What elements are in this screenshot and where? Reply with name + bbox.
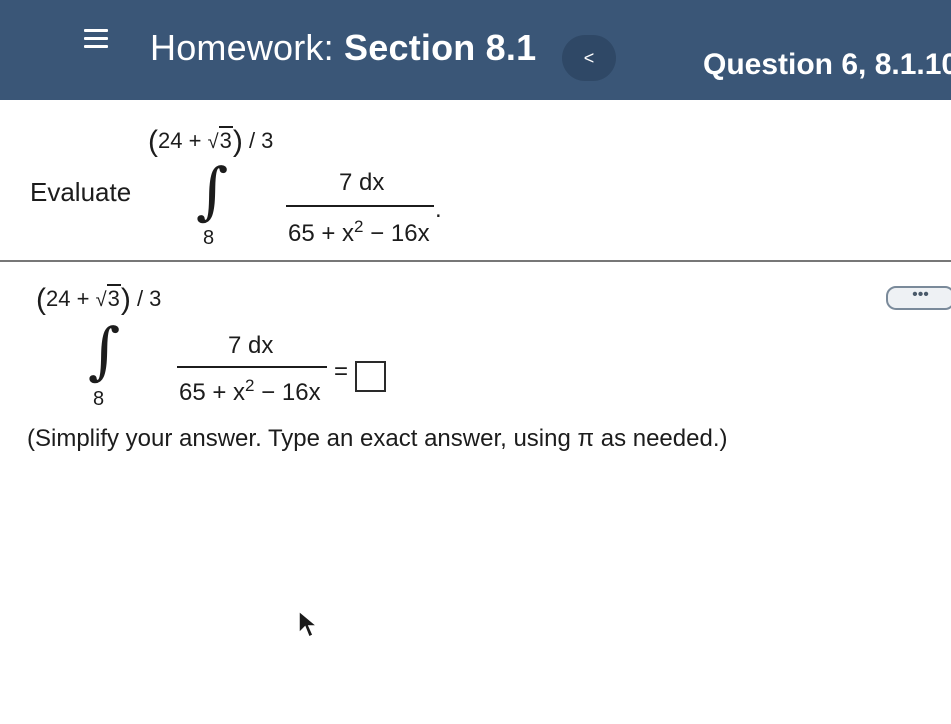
answer-input-box[interactable] — [355, 361, 386, 392]
page: Homework: Section 8.1 < Question 6, 8.1.… — [0, 0, 951, 724]
integrand-denominator: 65 + x2 − 16x — [288, 217, 430, 247]
evaluate-label: Evaluate — [30, 177, 132, 207]
hamburger-menu-icon[interactable] — [84, 29, 108, 49]
answer-integrand-denominator: 65 + x2 − 16x — [179, 376, 321, 406]
answer-lower-limit: 8 — [93, 388, 105, 410]
integrand-numerator: 7 dx — [339, 169, 385, 196]
answer-integral-sign-icon: ∫ — [88, 314, 121, 387]
lower-limit: 8 — [203, 227, 215, 249]
header-bar: Homework: Section 8.1 < Question 6, 8.1.… — [0, 0, 951, 100]
homework-section-name: Section 8.1 — [344, 27, 537, 68]
chevron-left-icon: < — [583, 48, 595, 68]
equals-sign: = — [334, 358, 349, 385]
square-root-icon: √ — [95, 289, 107, 311]
answer-fraction-bar — [177, 366, 327, 368]
answer-integrand-numerator: 7 dx — [228, 332, 274, 359]
homework-title-prefix: Homework: — [150, 27, 334, 68]
previous-question-button[interactable]: < — [562, 35, 616, 81]
square-root-icon: √ — [207, 131, 219, 153]
homework-title: Homework: Section 8.1 — [150, 27, 536, 69]
section-divider — [0, 260, 951, 262]
answer-upper-limit: (24 + √3) / 3 — [36, 283, 162, 316]
sentence-period: . — [435, 196, 442, 223]
mouse-pointer-icon — [298, 609, 319, 639]
answer-instructions: (Simplify your answer. Type an exact ans… — [27, 425, 728, 452]
fraction-bar — [286, 205, 434, 207]
integral-sign-icon: ∫ — [196, 154, 229, 227]
question-number-label: Question 6, 8.1.10 — [703, 48, 951, 81]
more-options-button[interactable]: ••• — [886, 286, 951, 310]
